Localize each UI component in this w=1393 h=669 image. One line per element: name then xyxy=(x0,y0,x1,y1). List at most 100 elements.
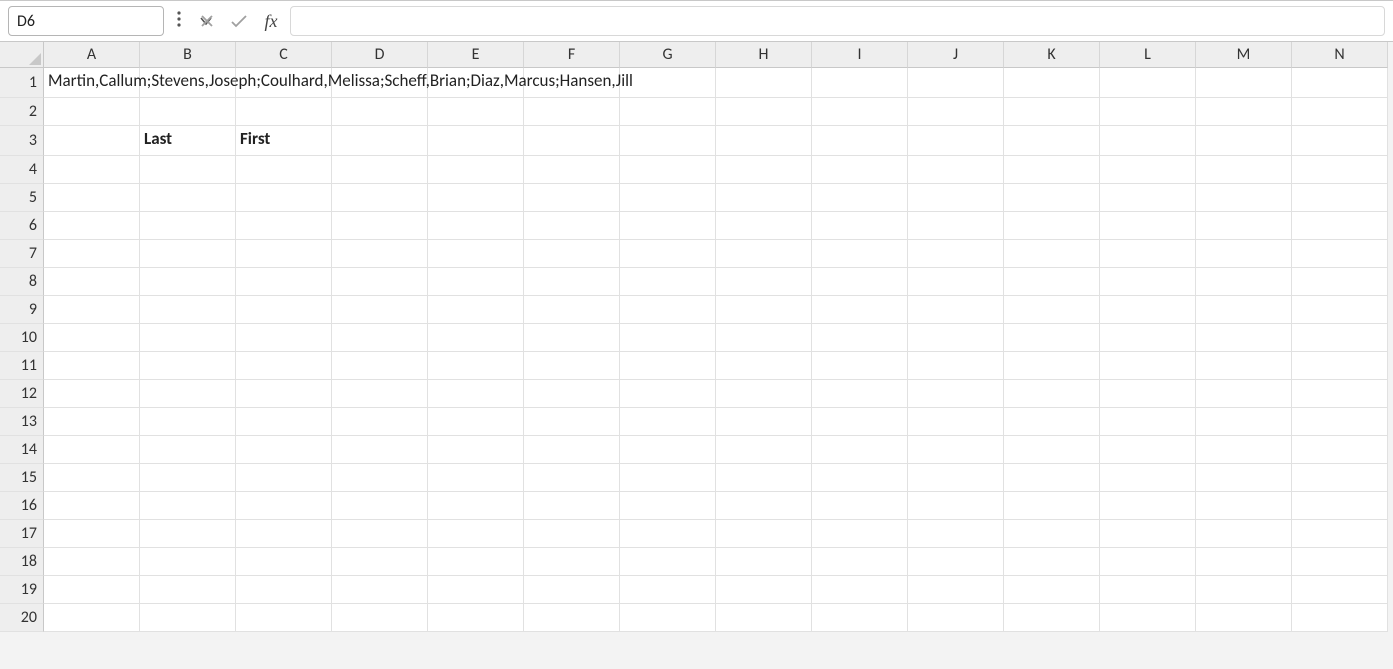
cell[interactable] xyxy=(1004,184,1100,212)
cell[interactable] xyxy=(236,268,332,296)
cell[interactable] xyxy=(812,408,908,436)
cell[interactable] xyxy=(1292,408,1388,436)
cell[interactable] xyxy=(1196,492,1292,520)
cell[interactable] xyxy=(236,240,332,268)
cell[interactable] xyxy=(812,576,908,604)
cell[interactable] xyxy=(428,126,524,156)
formula-input[interactable] xyxy=(290,6,1385,36)
cell[interactable] xyxy=(1196,156,1292,184)
cell[interactable] xyxy=(1196,240,1292,268)
cell[interactable] xyxy=(812,98,908,126)
cell[interactable] xyxy=(908,268,1004,296)
cell[interactable] xyxy=(332,240,428,268)
cell[interactable] xyxy=(332,576,428,604)
cell[interactable] xyxy=(1292,184,1388,212)
cell[interactable] xyxy=(1004,604,1100,632)
cell[interactable] xyxy=(812,156,908,184)
cell[interactable] xyxy=(524,548,620,576)
cell[interactable] xyxy=(44,604,140,632)
cell[interactable] xyxy=(1196,408,1292,436)
cell[interactable] xyxy=(44,576,140,604)
row-header[interactable]: 19 xyxy=(0,576,44,604)
cell[interactable] xyxy=(1100,268,1196,296)
cell[interactable] xyxy=(1292,268,1388,296)
cell[interactable] xyxy=(44,324,140,352)
column-header[interactable]: D xyxy=(332,42,428,68)
cell[interactable] xyxy=(428,98,524,126)
cell[interactable] xyxy=(1100,604,1196,632)
cell[interactable] xyxy=(236,184,332,212)
row-header[interactable]: 16 xyxy=(0,492,44,520)
row-header[interactable]: 8 xyxy=(0,268,44,296)
column-header[interactable]: E xyxy=(428,42,524,68)
cell[interactable] xyxy=(1196,98,1292,126)
cell[interactable] xyxy=(332,98,428,126)
cell[interactable] xyxy=(140,212,236,240)
cell[interactable] xyxy=(428,436,524,464)
cell[interactable] xyxy=(908,184,1004,212)
cell[interactable] xyxy=(428,576,524,604)
row-header[interactable]: 11 xyxy=(0,352,44,380)
cell[interactable] xyxy=(524,352,620,380)
vertical-dots-icon[interactable] xyxy=(170,10,188,33)
cell[interactable] xyxy=(812,604,908,632)
cell[interactable] xyxy=(812,492,908,520)
cell[interactable] xyxy=(620,156,716,184)
cell[interactable] xyxy=(332,380,428,408)
cell[interactable] xyxy=(716,548,812,576)
cell[interactable] xyxy=(428,380,524,408)
column-header[interactable]: A xyxy=(44,42,140,68)
cell[interactable] xyxy=(524,240,620,268)
cell[interactable] xyxy=(44,408,140,436)
cell[interactable] xyxy=(716,268,812,296)
cell[interactable] xyxy=(428,492,524,520)
cell[interactable] xyxy=(140,296,236,324)
cell[interactable] xyxy=(332,184,428,212)
cell[interactable] xyxy=(908,604,1004,632)
insert-function-button[interactable]: fx xyxy=(258,7,284,35)
cell[interactable] xyxy=(236,576,332,604)
cell[interactable] xyxy=(812,68,908,98)
cell[interactable] xyxy=(908,380,1004,408)
cell[interactable] xyxy=(428,268,524,296)
cell[interactable] xyxy=(236,212,332,240)
cell[interactable] xyxy=(620,604,716,632)
cell[interactable] xyxy=(332,520,428,548)
cell[interactable] xyxy=(428,156,524,184)
cell[interactable] xyxy=(1292,464,1388,492)
cell[interactable] xyxy=(44,436,140,464)
cell[interactable] xyxy=(140,548,236,576)
row-header[interactable]: 7 xyxy=(0,240,44,268)
cell[interactable] xyxy=(44,98,140,126)
cell[interactable] xyxy=(44,352,140,380)
cell[interactable] xyxy=(620,492,716,520)
cell[interactable] xyxy=(140,604,236,632)
cell[interactable] xyxy=(1292,212,1388,240)
cell[interactable] xyxy=(524,464,620,492)
cell[interactable] xyxy=(1100,548,1196,576)
cell[interactable] xyxy=(620,212,716,240)
cell[interactable] xyxy=(332,126,428,156)
cell[interactable] xyxy=(1100,126,1196,156)
cell[interactable] xyxy=(716,576,812,604)
cell[interactable] xyxy=(908,548,1004,576)
cell[interactable] xyxy=(332,464,428,492)
cell[interactable] xyxy=(812,520,908,548)
cell[interactable] xyxy=(716,68,812,98)
cell[interactable] xyxy=(620,68,716,98)
cell[interactable] xyxy=(1004,212,1100,240)
cell[interactable] xyxy=(428,464,524,492)
cell[interactable] xyxy=(812,436,908,464)
cell[interactable] xyxy=(332,408,428,436)
row-header[interactable]: 4 xyxy=(0,156,44,184)
cell[interactable] xyxy=(1292,240,1388,268)
cell[interactable] xyxy=(1292,352,1388,380)
cell[interactable] xyxy=(716,296,812,324)
cell[interactable] xyxy=(1292,98,1388,126)
column-header[interactable]: K xyxy=(1004,42,1100,68)
cell[interactable] xyxy=(1196,352,1292,380)
row-header[interactable]: 12 xyxy=(0,380,44,408)
enter-formula-button[interactable] xyxy=(226,7,252,35)
cell[interactable] xyxy=(1004,324,1100,352)
cell[interactable] xyxy=(428,548,524,576)
